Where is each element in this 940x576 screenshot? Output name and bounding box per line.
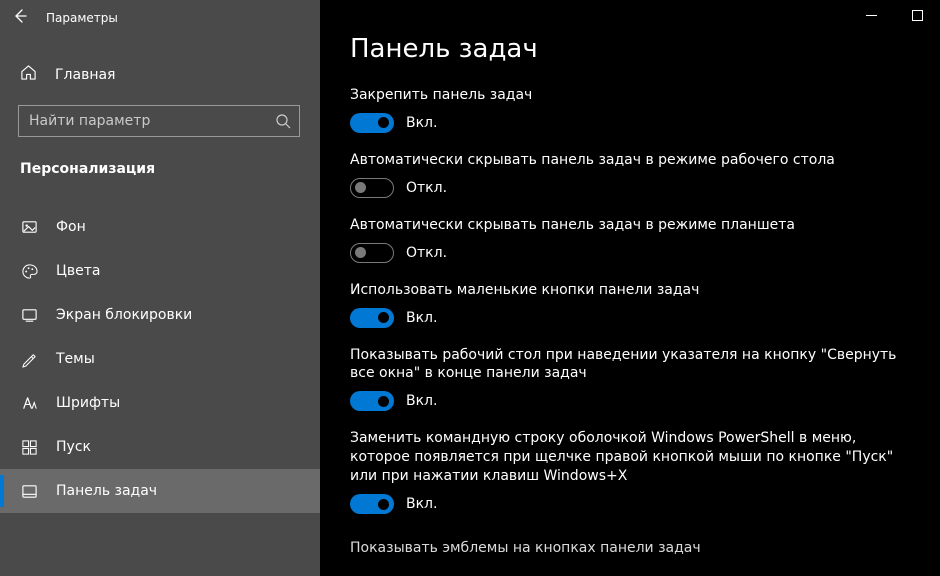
home-icon <box>20 64 37 85</box>
category-label: Персонализация <box>0 155 320 183</box>
toggle-peek-desktop[interactable] <box>350 391 394 411</box>
setting-autohide-tablet: Автоматически скрывать панель задач в ре… <box>350 216 910 263</box>
sidebar: Параметры Главная Персонализация Фон Цве… <box>0 0 320 576</box>
sidebar-item-colors[interactable]: Цвета <box>0 249 320 293</box>
toggle-powershell[interactable] <box>350 494 394 514</box>
home-label: Главная <box>55 67 115 83</box>
search-icon <box>275 113 291 133</box>
nav-list: Фон Цвета Экран блокировки Темы Шрифты П… <box>0 205 320 513</box>
search-input[interactable] <box>19 113 299 129</box>
settings-list: Закрепить панель задач Вкл. Автоматическ… <box>350 86 910 556</box>
back-icon[interactable] <box>12 8 28 28</box>
setting-small-buttons: Использовать маленькие кнопки панели зад… <box>350 281 910 328</box>
lockscreen-icon <box>20 307 38 324</box>
toggle-state: Откл. <box>406 245 447 261</box>
sidebar-item-taskbar[interactable]: Панель задач <box>0 469 320 513</box>
toggle-state: Вкл. <box>406 496 437 512</box>
window-controls <box>848 0 940 30</box>
setting-label: Закрепить панель задач <box>350 86 910 105</box>
content-area: Панель задач Закрепить панель задач Вкл.… <box>320 0 940 576</box>
search-container <box>0 97 320 155</box>
page-title: Панель задач <box>350 34 910 64</box>
setting-autohide-desktop: Автоматически скрывать панель задач в ре… <box>350 151 910 198</box>
search-box[interactable] <box>18 105 300 137</box>
sidebar-item-label: Экран блокировки <box>56 307 192 323</box>
setting-label: Показывать рабочий стол при наведении ук… <box>350 346 910 384</box>
sidebar-item-label: Панель задач <box>56 483 157 499</box>
sidebar-item-label: Пуск <box>56 439 91 455</box>
sidebar-item-label: Темы <box>56 351 95 367</box>
sidebar-item-label: Шрифты <box>56 395 120 411</box>
toggle-lock-taskbar[interactable] <box>350 113 394 133</box>
themes-icon <box>20 351 38 368</box>
setting-peek-desktop: Показывать рабочий стол при наведении ук… <box>350 346 910 412</box>
toggle-small-buttons[interactable] <box>350 308 394 328</box>
fonts-icon <box>20 395 38 412</box>
palette-icon <box>20 263 38 280</box>
toggle-autohide-tablet[interactable] <box>350 243 394 263</box>
toggle-state: Вкл. <box>406 393 437 409</box>
sidebar-item-fonts[interactable]: Шрифты <box>0 381 320 425</box>
toggle-state: Откл. <box>406 180 447 196</box>
sidebar-item-themes[interactable]: Темы <box>0 337 320 381</box>
sidebar-item-background[interactable]: Фон <box>0 205 320 249</box>
sidebar-item-label: Фон <box>56 219 86 235</box>
home-button[interactable]: Главная <box>0 52 320 97</box>
setting-label: Использовать маленькие кнопки панели зад… <box>350 281 910 300</box>
minimize-button[interactable] <box>848 0 894 30</box>
toggle-state: Вкл. <box>406 115 437 131</box>
setting-label-cutoff: Показывать эмблемы на кнопках панели зад… <box>350 540 910 556</box>
window-title: Параметры <box>46 11 118 25</box>
toggle-autohide-desktop[interactable] <box>350 178 394 198</box>
sidebar-item-label: Цвета <box>56 263 100 279</box>
setting-label: Автоматически скрывать панель задач в ре… <box>350 216 910 235</box>
setting-label: Автоматически скрывать панель задач в ре… <box>350 151 910 170</box>
start-icon <box>20 439 38 456</box>
taskbar-icon <box>20 483 38 500</box>
toggle-state: Вкл. <box>406 310 437 326</box>
picture-icon <box>20 219 38 236</box>
titlebar: Параметры <box>0 0 320 36</box>
setting-label: Заменить командную строку оболочкой Wind… <box>350 429 910 486</box>
sidebar-item-lockscreen[interactable]: Экран блокировки <box>0 293 320 337</box>
sidebar-item-start[interactable]: Пуск <box>0 425 320 469</box>
setting-powershell: Заменить командную строку оболочкой Wind… <box>350 429 910 514</box>
setting-lock-taskbar: Закрепить панель задач Вкл. <box>350 86 910 133</box>
maximize-button[interactable] <box>894 0 940 30</box>
